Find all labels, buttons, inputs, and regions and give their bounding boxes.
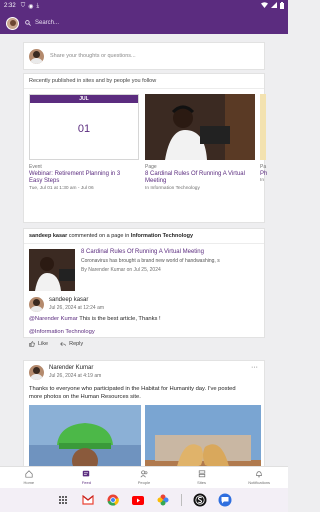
like-button[interactable]: Like [29,341,48,347]
status-time: 2:32 [4,3,16,9]
tab-people-label: People [137,480,151,485]
comment-date: Jul 26, 2024 at 12:24 am [49,305,105,311]
avatar[interactable] [29,297,44,312]
linked-title[interactable]: 8 Cardinal Rules Of Running A Virtual Me… [81,249,204,255]
tab-notifications[interactable]: Notifications [230,467,288,488]
app-drawer-icon[interactable] [56,493,70,507]
search-icon [25,20,31,26]
recent-card: Recently published in sites and by peopl… [23,73,268,223]
linked-meta: By Narender Kumar on Jul 25, 2024 [81,267,161,273]
battery-icon [280,1,284,11]
event-day: 01 [77,123,91,135]
post-text-line1: Thanks to everyone who participated in t… [29,386,236,392]
page-site: In Information Technology [145,186,200,191]
event-title-line1[interactable]: Webinar: Retirement Planning in 3 [29,171,120,178]
comment-body: This is the best article, Thanks ! [77,316,161,322]
gmail-icon[interactable] [81,493,95,507]
post-text: Thanks to everyone who participated in t… [29,385,261,401]
event-type: Event [29,164,42,170]
next-tile-peek[interactable] [260,94,266,160]
event-tile[interactable]: JUL 01 [29,94,139,160]
more-options-button[interactable]: ··· [251,364,258,371]
profile-avatar[interactable] [6,16,19,30]
feed-icon [83,470,90,477]
comment-actions: Like Reply [29,341,83,347]
comment-author[interactable]: sandeep kasar [49,297,88,303]
comment-text: @Narender Kumar This is the best article… [29,316,161,322]
post-date: Jul 26, 2024 at 4:19 am [49,373,102,379]
status-bar: 2:32 ⛉ ◉ ⤓ [0,0,288,12]
avatar[interactable] [29,365,44,380]
photos-icon[interactable] [156,493,170,507]
linked-thumbnail [29,249,75,291]
like-icon [29,341,35,347]
peek-sub: In [260,178,265,183]
activity-site[interactable]: Information Technology [131,233,193,239]
signal-icon [271,2,277,10]
search-bar[interactable]: Search... [25,20,59,26]
avatar [29,48,44,64]
page-type: Page [145,164,157,170]
bottom-tab-bar: Home Feed People Sites Notifications [0,466,288,488]
tab-sites-label: Sites [197,480,207,485]
reply-label: Reply [69,341,84,347]
event-title-line2[interactable]: Easy Steps [29,178,59,185]
youtube-icon[interactable] [131,493,145,507]
chrome-icon[interactable] [106,493,120,507]
tab-sites[interactable]: Sites [173,467,231,488]
activity-header: sandeep kasar commented on a page in Inf… [24,229,264,244]
home-icon [25,470,33,478]
activity-card: sandeep kasar commented on a page in Inf… [23,228,265,347]
vpn-icon: ◉ [28,3,34,10]
recent-title: Recently published in sites and by peopl… [24,74,264,89]
post-photo-2[interactable] [145,405,261,466]
android-dock [0,488,288,512]
linked-page[interactable]: 8 Cardinal Rules Of Running A Virtual Me… [29,249,261,293]
tab-home-label: Home [23,480,35,485]
peek-type: Pa [260,164,267,170]
page-thumbnail[interactable] [145,94,255,160]
shield-icon: ⛉ [20,2,26,9]
bell-icon [256,471,262,478]
page-title-line1[interactable]: 8 Cardinal Rules Of Running A Virtual [145,171,245,178]
post-text-line2: more photos on the Human Resources site. [29,394,141,400]
download-icon: ⤓ [36,2,40,9]
feed: Share your thoughts or questions... Rece… [0,34,288,466]
wifi-icon [261,2,268,10]
event-date: Tue, Jul 01 at 1:30 am - Jul 06 [29,186,94,191]
post-card: Narender Kumar Jul 26, 2024 at 4:19 am ·… [23,360,265,466]
page-title-line2[interactable]: Meeting [145,178,166,185]
messages-icon[interactable] [218,493,232,507]
activity-actor[interactable]: sandeep kasar [29,233,67,239]
linked-description: Coronavirus has brought a brand new worl… [81,258,220,264]
dock-divider [181,494,182,506]
compose-placeholder: Share your thoughts or questions... [50,53,136,59]
event-month: JUL [30,95,138,103]
tab-people[interactable]: People [115,467,173,488]
tab-feed-label: Feed [81,480,91,485]
search-placeholder: Search... [35,20,60,26]
comment-site-mention[interactable]: @Information Technology [29,329,95,335]
tab-notifications-label: Notifications [248,480,271,485]
reply-button[interactable]: Reply [60,341,83,347]
tab-feed[interactable]: Feed [58,467,116,488]
peek-title: Ph [260,171,268,177]
like-label: Like [38,341,49,347]
compose-card[interactable]: Share your thoughts or questions... [23,42,265,70]
reply-icon [60,342,66,346]
post-author[interactable]: Narender Kumar [49,365,93,371]
tab-home[interactable]: Home [0,467,58,488]
activity-action: commented on a page in [67,233,131,239]
app-header: Search... [0,12,288,34]
recent-app-s-icon[interactable] [193,493,207,507]
sites-icon [198,470,205,478]
comment-mention[interactable]: @Narender Kumar [29,316,78,322]
people-icon [140,470,148,478]
post-photo-1[interactable] [29,405,141,466]
